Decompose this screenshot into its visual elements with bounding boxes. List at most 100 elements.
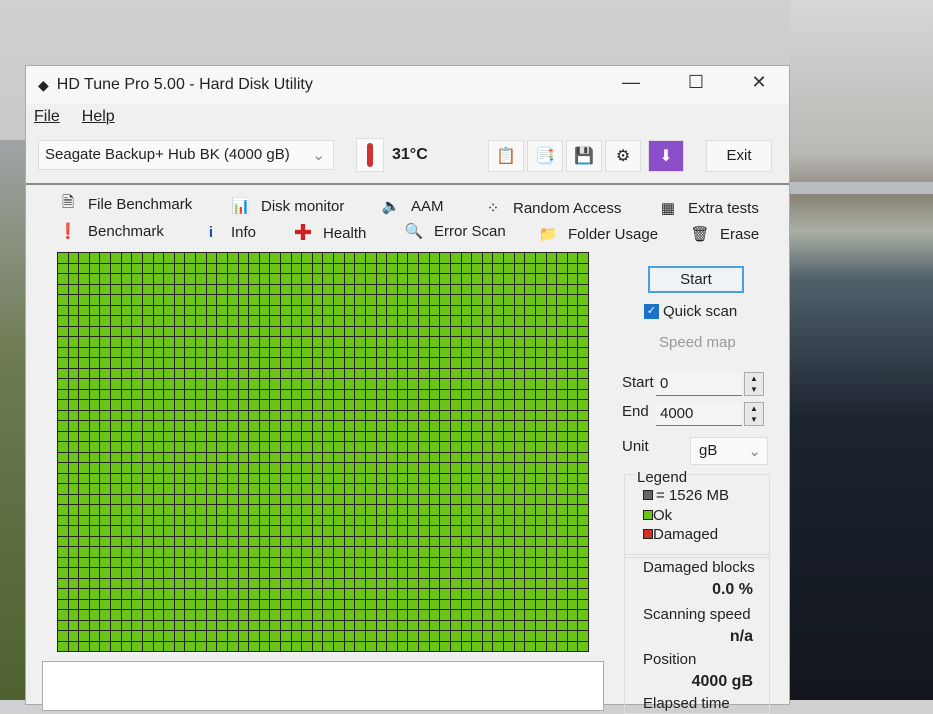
scan-block xyxy=(302,368,312,378)
scan-block xyxy=(58,620,68,630)
tab-disk-monitor[interactable]: 📊 Disk monitor xyxy=(231,196,345,216)
maximize-button[interactable]: ☐ xyxy=(681,72,711,93)
scan-block xyxy=(482,347,493,357)
scan-block xyxy=(217,620,227,630)
scan-block xyxy=(79,536,89,546)
scan-block xyxy=(196,452,206,462)
tab-erase[interactable]: 🗑 Erase xyxy=(690,224,759,244)
options-icon[interactable]: ⚙ xyxy=(605,140,641,172)
scan-block xyxy=(546,316,557,326)
close-button[interactable]: ✕ xyxy=(744,72,774,93)
scan-block xyxy=(578,473,588,483)
scan-block xyxy=(68,284,79,294)
scan-block xyxy=(578,295,588,305)
tab-random-access[interactable]: ⁘ Random Access xyxy=(483,198,622,218)
scan-block xyxy=(142,599,153,609)
scan-block xyxy=(111,295,121,305)
scan-block xyxy=(546,347,557,357)
scan-block xyxy=(387,515,397,525)
scan-block xyxy=(578,410,588,420)
scan-block xyxy=(472,274,482,284)
scan-block xyxy=(397,620,408,630)
copy-screenshot-icon[interactable]: 📑 xyxy=(527,140,563,172)
start-spinner[interactable]: ▲ ▼ xyxy=(744,372,764,396)
menu-help[interactable]: Help xyxy=(82,108,115,126)
scan-block xyxy=(323,442,334,452)
scan-block xyxy=(355,463,365,473)
scan-block xyxy=(504,641,514,651)
scan-block xyxy=(472,599,482,609)
download-icon[interactable]: ⬇ xyxy=(648,140,684,172)
scan-block xyxy=(525,473,535,483)
unit-value: gB xyxy=(699,442,718,459)
scan-block xyxy=(535,473,546,483)
scan-block xyxy=(79,274,89,284)
tab-extra-tests[interactable]: ▦ Extra tests xyxy=(658,198,759,218)
scan-block xyxy=(450,347,461,357)
end-input[interactable]: 4000 xyxy=(656,402,742,426)
scan-block xyxy=(323,410,334,420)
scan-block xyxy=(281,568,291,578)
tab-file-benchmark[interactable]: 🗎 File Benchmark xyxy=(58,194,192,214)
tab-health[interactable]: ✚ Health xyxy=(293,220,367,245)
drive-select[interactable]: Seagate Backup+ Hub BK (4000 gB) ⌄ xyxy=(38,140,334,170)
tab-benchmark[interactable]: ❗ Benchmark xyxy=(58,221,164,241)
scan-block xyxy=(408,452,419,462)
scan-block xyxy=(227,515,238,525)
scan-block xyxy=(291,631,302,641)
scan-block xyxy=(132,253,142,263)
scan-block xyxy=(482,421,493,431)
tab-info[interactable]: i Info xyxy=(201,222,256,242)
scan-block xyxy=(419,274,429,284)
scan-block xyxy=(525,358,535,368)
end-spinner[interactable]: ▲ ▼ xyxy=(744,402,764,426)
scan-block xyxy=(227,484,238,494)
scan-block xyxy=(259,589,270,599)
scan-block xyxy=(291,620,302,630)
scan-block xyxy=(450,316,461,326)
trash-icon: 🗑 xyxy=(690,226,710,243)
quick-scan-checkbox[interactable]: ✓ Quick scan xyxy=(644,303,737,320)
copy-text-icon[interactable]: 📋 xyxy=(488,140,524,172)
scan-block xyxy=(514,274,525,284)
scan-block xyxy=(238,326,249,336)
scan-block xyxy=(429,274,440,284)
scan-block xyxy=(196,253,206,263)
quick-scan-label: Quick scan xyxy=(663,303,738,320)
scan-block xyxy=(249,536,259,546)
toolbar: Seagate Backup+ Hub BK (4000 gB) ⌄ 31°C 📋… xyxy=(26,138,789,178)
end-label: End xyxy=(622,403,649,420)
scan-block xyxy=(557,368,567,378)
scan-block xyxy=(365,536,376,546)
scan-block xyxy=(281,515,291,525)
scan-block xyxy=(323,505,334,515)
start-input[interactable]: 0 xyxy=(656,372,742,396)
tab-folder-usage[interactable]: 📁 Folder Usage xyxy=(538,224,658,244)
scan-block xyxy=(387,295,397,305)
exit-button[interactable]: Exit xyxy=(706,140,772,172)
scan-block xyxy=(217,358,227,368)
scan-block xyxy=(185,631,196,641)
unit-select[interactable]: gB ⌄ xyxy=(690,437,768,465)
scan-block xyxy=(408,316,419,326)
menu-file[interactable]: File xyxy=(34,108,60,126)
scan-block xyxy=(567,463,578,473)
scan-block xyxy=(206,358,217,368)
scan-block xyxy=(121,431,132,441)
scan-block xyxy=(89,484,100,494)
scan-block xyxy=(100,463,111,473)
scan-block xyxy=(355,578,365,588)
minimize-button[interactable]: — xyxy=(616,72,646,93)
scan-block xyxy=(185,295,196,305)
scan-block xyxy=(429,547,440,557)
scan-block xyxy=(185,368,196,378)
start-button[interactable]: Start xyxy=(648,266,744,293)
scan-block xyxy=(238,463,249,473)
save-icon[interactable]: 💾 xyxy=(566,140,602,172)
scan-block xyxy=(387,431,397,441)
scan-block xyxy=(546,536,557,546)
scan-block xyxy=(185,442,196,452)
scan-block xyxy=(185,305,196,315)
tab-error-scan[interactable]: 🔍 Error Scan xyxy=(404,221,506,241)
tab-aam[interactable]: 🔈 AAM xyxy=(381,196,444,216)
